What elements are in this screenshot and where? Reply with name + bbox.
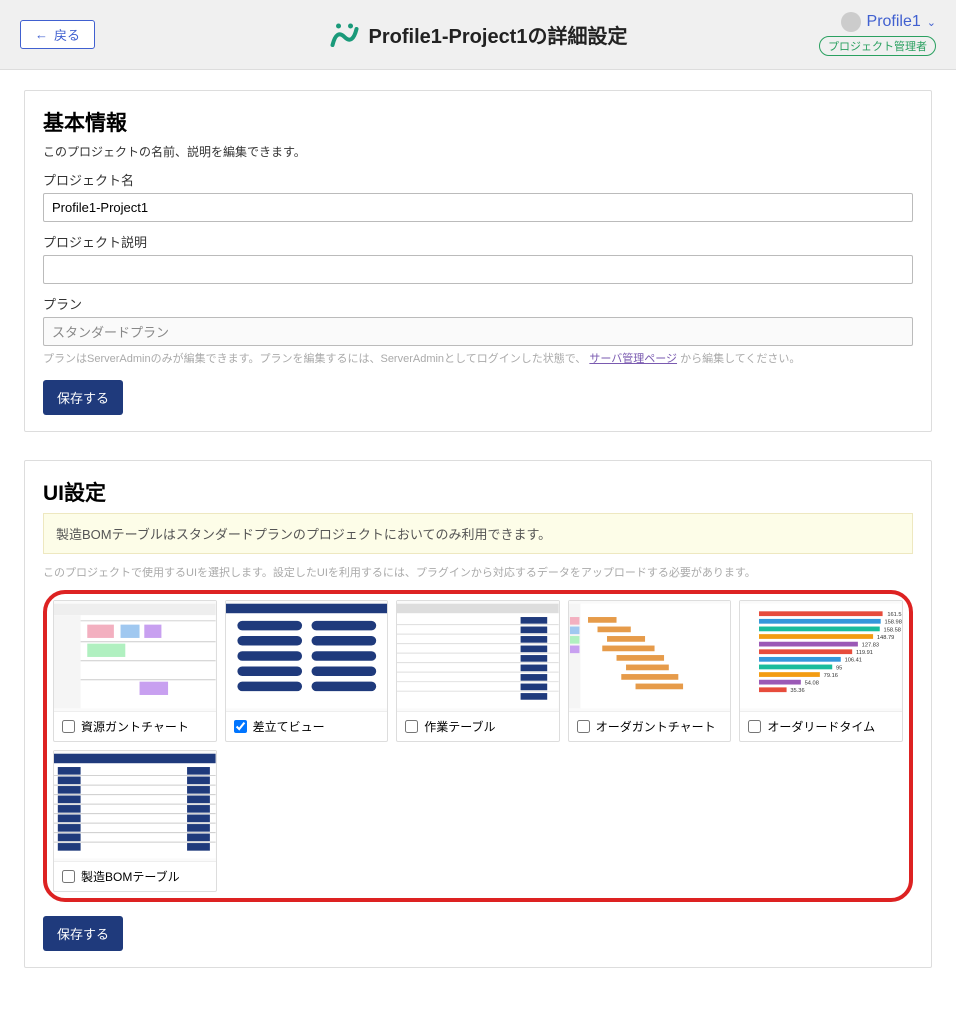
- svg-text:95: 95: [836, 665, 842, 671]
- thumb-dispatch-view: [226, 601, 388, 711]
- card-label: オーダリードタイム: [767, 718, 875, 735]
- basic-title: 基本情報: [43, 107, 913, 137]
- thumb-work-table: [397, 601, 559, 711]
- plan-hint-pre: プランはServerAdminのみが編集できます。プランを編集するには、Serv…: [43, 353, 586, 365]
- checkbox-order-gantt[interactable]: [577, 720, 590, 733]
- card-foot[interactable]: 作業テーブル: [397, 711, 559, 741]
- app-logo-icon: [329, 19, 361, 51]
- user-menu[interactable]: Profile1 ⌄ プロジェクト管理者: [819, 12, 936, 56]
- arrow-left-icon: ←: [35, 27, 48, 42]
- plan-hint-post: から編集してください。: [680, 353, 800, 365]
- project-desc-input[interactable]: [43, 255, 913, 284]
- card-foot[interactable]: オーダリードタイム: [740, 711, 902, 741]
- ui-title: UI設定: [43, 477, 913, 507]
- ui-settings-section: UI設定 製造BOMテーブルはスタンダードプランのプロジェクトにおいてのみ利用で…: [24, 460, 932, 968]
- svg-text:35.36: 35.36: [791, 688, 805, 694]
- svg-text:161.5: 161.5: [888, 612, 902, 618]
- topbar: ← 戻る Profile1-Project1の詳細設定 Profile1 ⌄ プ…: [0, 0, 956, 70]
- card-foot[interactable]: 資源ガントチャート: [54, 711, 216, 741]
- checkbox-order-leadtime[interactable]: [748, 720, 761, 733]
- card-label: オーダガントチャート: [596, 718, 716, 735]
- ui-save-button[interactable]: 保存する: [43, 916, 123, 951]
- plan-input: [43, 317, 913, 346]
- chevron-down-icon: ⌄: [927, 16, 936, 29]
- basic-desc: このプロジェクトの名前、説明を編集できます。: [43, 143, 913, 160]
- svg-text:158.98: 158.98: [885, 620, 902, 626]
- thumb-order-leadtime: 161.5 158.98 158.58 148.79 127.83 119.91…: [740, 601, 902, 711]
- card-foot[interactable]: オーダガントチャート: [569, 711, 731, 741]
- svg-text:158.58: 158.58: [884, 627, 901, 633]
- card-label: 資源ガントチャート: [81, 718, 189, 735]
- role-badge: プロジェクト管理者: [819, 36, 936, 56]
- svg-text:106.41: 106.41: [845, 658, 862, 664]
- plan-hint: プランはServerAdminのみが編集できます。プランを編集するには、Serv…: [43, 350, 913, 366]
- title-wrap: Profile1-Project1の詳細設定: [329, 19, 628, 51]
- ui-card-order-leadtime: 161.5 158.98 158.58 148.79 127.83 119.91…: [739, 600, 903, 742]
- svg-text:54.08: 54.08: [805, 681, 819, 687]
- server-admin-link[interactable]: サーバ管理ページ: [589, 353, 677, 365]
- basic-info-section: 基本情報 このプロジェクトの名前、説明を編集できます。 プロジェクト名 プロジェ…: [24, 90, 932, 432]
- svg-text:119.91: 119.91: [856, 650, 873, 656]
- back-label: 戻る: [54, 25, 80, 44]
- user-name: Profile1: [867, 13, 921, 31]
- plan-label: プラン: [43, 294, 913, 313]
- ui-card-order-gantt: オーダガントチャート: [568, 600, 732, 742]
- ui-desc: このプロジェクトで使用するUIを選択します。設定したUIを利用するには、プラグイ…: [43, 564, 913, 580]
- card-label: 製造BOMテーブル: [81, 868, 180, 885]
- checkbox-dispatch-view[interactable]: [234, 720, 247, 733]
- back-button[interactable]: ← 戻る: [20, 20, 95, 49]
- card-foot[interactable]: 差立てビュー: [226, 711, 388, 741]
- thumb-order-gantt: [569, 601, 731, 711]
- thumb-bom-table: [54, 751, 216, 861]
- project-desc-label: プロジェクト説明: [43, 232, 913, 251]
- ui-card-bom-table: 製造BOMテーブル: [53, 750, 217, 892]
- thumb-resource-gantt: [54, 601, 216, 711]
- svg-text:79.16: 79.16: [824, 673, 838, 679]
- checkbox-resource-gantt[interactable]: [62, 720, 75, 733]
- ui-notice: 製造BOMテーブルはスタンダードプランのプロジェクトにおいてのみ利用できます。: [43, 513, 913, 554]
- ui-card-dispatch-view: 差立てビュー: [225, 600, 389, 742]
- ui-card-work-table: 作業テーブル: [396, 600, 560, 742]
- card-label: 差立てビュー: [253, 718, 325, 735]
- card-foot[interactable]: 製造BOMテーブル: [54, 861, 216, 891]
- basic-save-button[interactable]: 保存する: [43, 380, 123, 415]
- svg-text:127.83: 127.83: [862, 642, 879, 648]
- avatar-icon: [841, 12, 861, 32]
- ui-grid: 資源ガントチャート: [43, 590, 913, 902]
- page-title: Profile1-Project1の詳細設定: [369, 20, 628, 49]
- ui-card-resource-gantt: 資源ガントチャート: [53, 600, 217, 742]
- project-name-input[interactable]: [43, 193, 913, 222]
- project-name-label: プロジェクト名: [43, 170, 913, 189]
- svg-text:148.79: 148.79: [877, 635, 894, 641]
- card-label: 作業テーブル: [424, 718, 495, 735]
- checkbox-work-table[interactable]: [405, 720, 418, 733]
